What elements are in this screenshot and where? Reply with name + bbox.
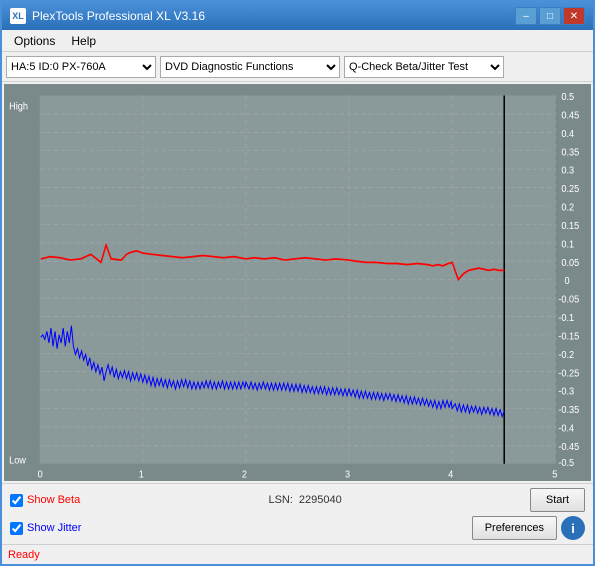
menu-options[interactable]: Options [6,32,63,50]
checkboxes: Show Beta [10,494,80,507]
svg-text:0.25: 0.25 [561,184,579,196]
menu-bar: Options Help [2,30,593,52]
chart-container: 0.5 0.45 0.4 0.35 0.3 0.25 0.2 0.15 0.1 … [4,84,591,481]
svg-text:0.1: 0.1 [561,239,574,251]
main-window: XL PlexTools Professional XL V3.16 – □ ✕… [0,0,595,566]
show-beta-row: Show Beta [10,494,80,507]
svg-text:2: 2 [242,469,247,481]
lsn-label: LSN: [268,494,292,506]
pref-buttons-area: Preferences i [472,516,585,540]
chart-svg: 0.5 0.45 0.4 0.35 0.3 0.25 0.2 0.15 0.1 … [4,84,591,481]
svg-text:Low: Low [9,455,27,467]
function-select[interactable]: DVD Diagnostic Functions [160,56,340,78]
show-beta-label: Show Beta [27,494,80,506]
status-text: Ready [8,549,40,561]
buttons-area: Start [530,488,585,512]
svg-text:-0.25: -0.25 [558,368,579,380]
svg-text:0.3: 0.3 [561,165,574,177]
svg-text:3: 3 [345,469,350,481]
toolbar: HA:5 ID:0 PX-760A DVD Diagnostic Functio… [2,52,593,82]
bottom-row2: Show Jitter Preferences i [10,516,585,540]
preferences-button[interactable]: Preferences [472,516,557,540]
show-beta-checkbox[interactable] [10,494,23,507]
info-button[interactable]: i [561,516,585,540]
svg-text:4: 4 [448,469,454,481]
svg-text:0.5: 0.5 [561,92,574,104]
svg-text:-0.5: -0.5 [558,458,574,470]
svg-text:-0.35: -0.35 [558,405,579,417]
svg-text:1: 1 [139,469,144,481]
bottom-row1: Show Beta LSN: 2295040 Start [10,488,585,512]
svg-text:-0.05: -0.05 [558,294,579,306]
svg-text:0.05: 0.05 [561,257,579,269]
svg-text:0.35: 0.35 [561,147,579,159]
drive-select[interactable]: HA:5 ID:0 PX-760A [6,56,156,78]
svg-text:0.45: 0.45 [561,110,579,122]
svg-text:0.2: 0.2 [561,202,574,214]
svg-text:High: High [9,101,28,113]
show-jitter-label: Show Jitter [27,522,81,534]
maximize-button[interactable]: □ [539,7,561,25]
show-jitter-checkbox[interactable] [10,522,23,535]
test-select[interactable]: Q-Check Beta/Jitter Test [344,56,504,78]
lsn-area: LSN: 2295040 [268,494,341,506]
bottom-panel: Show Beta LSN: 2295040 Start Show Jitter… [2,483,593,544]
menu-help[interactable]: Help [63,32,104,50]
title-bar: XL PlexTools Professional XL V3.16 – □ ✕ [2,2,593,30]
svg-text:-0.1: -0.1 [558,313,574,325]
svg-text:-0.2: -0.2 [558,349,574,361]
svg-text:5: 5 [552,469,558,481]
minimize-button[interactable]: – [515,7,537,25]
svg-text:0.4: 0.4 [561,128,574,140]
svg-text:-0.3: -0.3 [558,386,574,398]
status-bar: Ready [2,544,593,564]
show-jitter-row: Show Jitter [10,522,81,535]
window-title: PlexTools Professional XL V3.16 [32,9,205,23]
start-button[interactable]: Start [530,488,585,512]
close-button[interactable]: ✕ [563,7,585,25]
app-icon: XL [10,8,26,24]
svg-text:0: 0 [564,276,570,288]
lsn-value: 2295040 [299,494,342,506]
svg-text:-0.45: -0.45 [558,441,579,453]
title-bar-left: XL PlexTools Professional XL V3.16 [10,8,205,24]
title-bar-controls: – □ ✕ [515,7,585,25]
svg-text:0: 0 [38,469,44,481]
svg-text:-0.15: -0.15 [558,331,579,343]
svg-text:0.15: 0.15 [561,221,579,233]
svg-text:-0.4: -0.4 [558,423,574,435]
